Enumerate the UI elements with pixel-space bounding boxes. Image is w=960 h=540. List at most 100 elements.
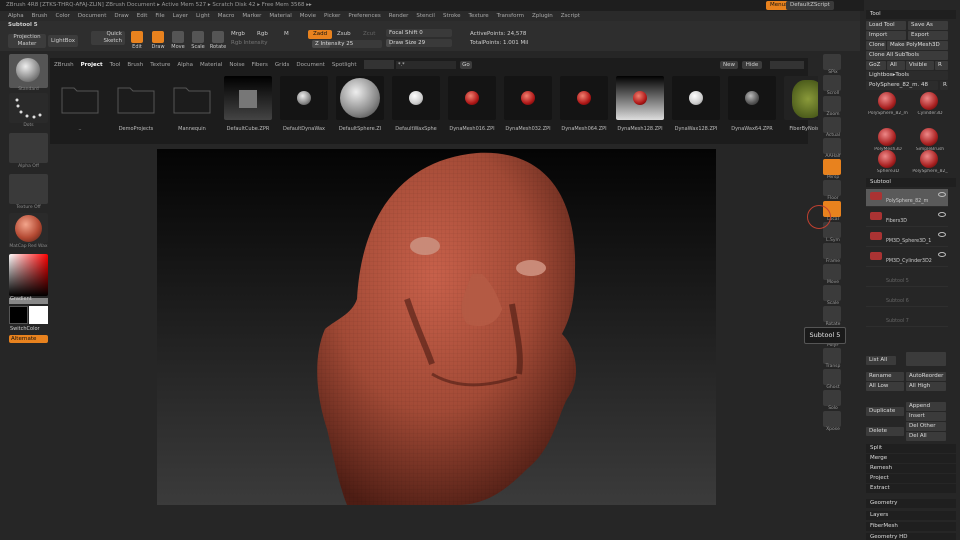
menu-preferences[interactable]: Preferences	[348, 11, 380, 21]
load-tool-button[interactable]: Load Tool	[866, 21, 906, 30]
xpose-button[interactable]	[823, 411, 841, 427]
transp-button[interactable]	[823, 348, 841, 364]
all-high-button[interactable]: All High	[906, 382, 946, 391]
ghost-button[interactable]	[823, 369, 841, 385]
split-section[interactable]: Split	[866, 444, 956, 453]
eye-icon[interactable]	[938, 192, 946, 197]
subtool-row[interactable]: PolySphere_82_m	[866, 189, 948, 207]
move-button[interactable]: Move	[169, 30, 187, 56]
menu-stroke[interactable]: Stroke	[443, 11, 461, 21]
new-button[interactable]: New	[720, 61, 738, 69]
thumb-cube[interactable]	[224, 76, 272, 120]
fibermesh-section[interactable]: FiberMesh	[866, 522, 956, 531]
path-field[interactable]: *.*	[396, 61, 456, 69]
subtool-row[interactable]: Fibers3D	[866, 209, 948, 227]
thumb-sphere-small-dark[interactable]	[728, 76, 776, 120]
browser-size-buttons[interactable]	[770, 61, 804, 69]
edit-button[interactable]: Edit	[128, 30, 146, 56]
browser-tab-material[interactable]: Material	[200, 60, 222, 70]
menu-edit[interactable]: Edit	[137, 11, 148, 21]
menu-zscript[interactable]: Zscript	[561, 11, 580, 21]
gradient-label[interactable]: Gradient	[10, 296, 32, 302]
eye-icon[interactable]	[938, 252, 946, 257]
3d-viewport-canvas[interactable]	[157, 149, 716, 505]
color-picker[interactable]	[9, 254, 48, 296]
menu-render[interactable]: Render	[389, 11, 409, 21]
goz-button[interactable]: GoZ	[866, 61, 886, 70]
menu-transform[interactable]: Transform	[497, 11, 524, 21]
make-polymesh-button[interactable]: Make PolyMesh3D	[887, 41, 948, 50]
subtool-arrows[interactable]	[906, 352, 946, 366]
menu-stencil[interactable]: Stencil	[416, 11, 435, 21]
thumb-sphere-small-white[interactable]	[392, 76, 440, 120]
draw-size-slider[interactable]: Draw Size 29	[386, 39, 452, 47]
thumb-sphere-red[interactable]	[448, 76, 496, 120]
alpha-selector[interactable]	[9, 133, 48, 163]
rotate-button[interactable]	[823, 306, 841, 322]
spix-button[interactable]	[823, 54, 841, 70]
del-all-button[interactable]: Del All	[906, 432, 946, 441]
subtool-row[interactable]: Subtool 5	[866, 269, 948, 287]
thumb-folder[interactable]	[56, 76, 104, 120]
texture-selector[interactable]	[9, 174, 48, 204]
rotate-button[interactable]: Rotate	[209, 30, 227, 56]
brush-selector[interactable]	[9, 54, 48, 88]
menu-material[interactable]: Material	[269, 11, 291, 21]
frame-button[interactable]	[823, 243, 841, 259]
projection-master-button[interactable]: Projection Master	[8, 34, 46, 48]
menu-layer[interactable]: Layer	[173, 11, 188, 21]
switch-color-button[interactable]: SwitchColor	[10, 326, 40, 332]
insert-button[interactable]: Insert	[906, 412, 946, 421]
tool-r-button[interactable]: R	[940, 81, 948, 90]
menu-alpha[interactable]: Alpha	[8, 11, 24, 21]
export-button[interactable]: Export	[908, 31, 948, 40]
eye-icon[interactable]	[938, 232, 946, 237]
clone-button[interactable]: Clone	[866, 41, 886, 50]
lightbox-tools-button[interactable]: Lightbox▸Tools	[866, 71, 948, 80]
menu-file[interactable]: File	[155, 11, 164, 21]
remesh-section[interactable]: Remesh	[866, 464, 956, 473]
menu-light[interactable]: Light	[196, 11, 210, 21]
list-all-button[interactable]: List All	[866, 356, 896, 365]
lightbox-button[interactable]: LightBox	[48, 35, 78, 47]
browser-tab-alpha[interactable]: Alpha	[177, 60, 193, 70]
thumb-sphere-small-grey[interactable]	[280, 76, 328, 120]
thumb-folder[interactable]	[112, 76, 160, 120]
thumb-sphere-big-grey[interactable]	[336, 76, 384, 120]
menu-color[interactable]: Color	[56, 11, 70, 21]
browser-tab-brush[interactable]: Brush	[127, 60, 143, 70]
project-section[interactable]: Project	[866, 474, 956, 483]
draw-button[interactable]: Draw	[149, 30, 167, 56]
menu-macro[interactable]: Macro	[218, 11, 235, 21]
persp-button[interactable]	[823, 159, 841, 175]
layers-section[interactable]: Layers	[866, 511, 956, 520]
menu-picker[interactable]: Picker	[324, 11, 340, 21]
all-low-button[interactable]: All Low	[866, 382, 904, 391]
scale-button[interactable]: Scale	[189, 30, 207, 56]
subtool-row[interactable]: PM3D_Sphere3D_1	[866, 229, 948, 247]
merge-section[interactable]: Merge	[866, 454, 956, 463]
subtool-row[interactable]: PM3D_Cylinder3D2	[866, 249, 948, 267]
material-selector[interactable]	[9, 213, 48, 243]
subtool-row[interactable]: Subtool 7	[866, 309, 948, 327]
subtool-row[interactable]: Subtool 6	[866, 289, 948, 307]
goz-r-button[interactable]: R	[935, 61, 948, 70]
floor-button[interactable]	[823, 180, 841, 196]
menu-draw[interactable]: Draw	[114, 11, 128, 21]
zcut-button[interactable]: Zcut	[363, 31, 375, 37]
browser-tab-texture[interactable]: Texture	[150, 60, 170, 70]
zadd-button[interactable]: Zadd	[308, 30, 332, 39]
menu-marker[interactable]: Marker	[242, 11, 261, 21]
tool-thumb[interactable]	[878, 128, 896, 146]
alternate-button[interactable]: Alternate	[9, 335, 48, 343]
duplicate-button[interactable]: Duplicate	[866, 407, 904, 416]
subtool-header[interactable]: Subtool	[866, 178, 956, 187]
menu-texture[interactable]: Texture	[469, 11, 489, 21]
menu-document[interactable]: Document	[78, 11, 107, 21]
extract-section[interactable]: Extract	[866, 484, 956, 493]
quick-sketch-button[interactable]: Quick Sketch	[91, 31, 125, 45]
secondary-color-swatch[interactable]	[29, 306, 48, 324]
browser-tab-document[interactable]: Document	[296, 60, 325, 70]
rgb-button[interactable]: Rgb	[257, 31, 268, 37]
tool-thumb[interactable]	[920, 150, 938, 168]
